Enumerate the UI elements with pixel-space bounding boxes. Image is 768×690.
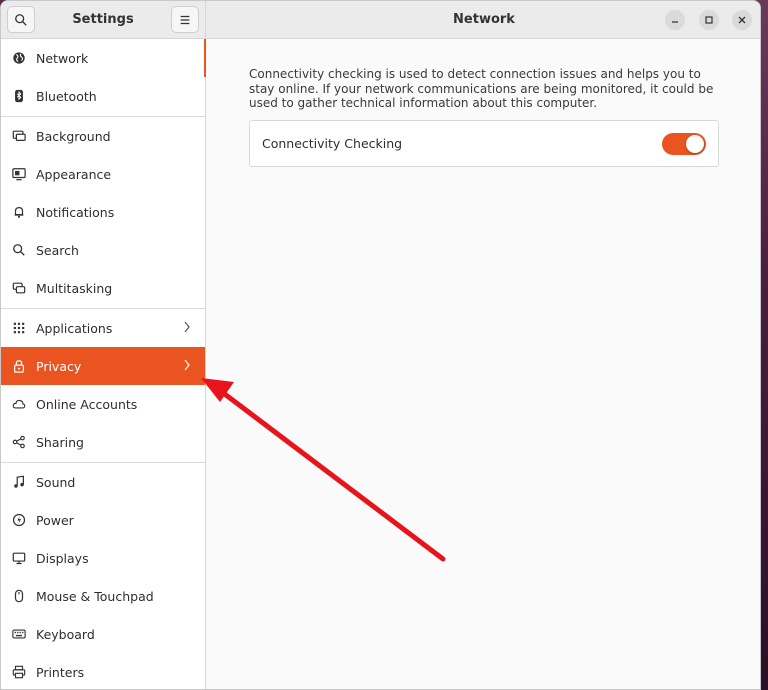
sidebar-item-bluetooth[interactable]: Bluetooth (1, 77, 205, 115)
music-note-icon (11, 474, 27, 490)
sidebar-item-label: Displays (36, 550, 89, 566)
minimize-icon (672, 21, 678, 23)
sidebar-item-label: Multitasking (36, 280, 113, 296)
printer-icon (11, 664, 27, 680)
hamburger-icon (180, 15, 190, 24)
sidebar-item-power[interactable]: Power (1, 501, 205, 539)
sidebar-item-label: Keyboard (36, 626, 95, 642)
connectivity-checking-row: Connectivity Checking (249, 120, 719, 167)
sidebar-item-applications[interactable]: Applications (1, 309, 205, 347)
sidebar-item-label: Applications (36, 320, 113, 336)
sidebar-item-search[interactable]: Search (1, 231, 205, 269)
globe-icon (11, 50, 27, 66)
grid-icon (11, 320, 27, 336)
sidebar-item-network[interactable]: Network (1, 39, 206, 77)
chevron-right-icon (184, 321, 190, 333)
power-icon (11, 512, 27, 528)
sidebar-item-keyboard[interactable]: Keyboard (1, 615, 205, 653)
close-icon (738, 16, 746, 24)
sidebar: Network Bluetooth Background Appearance … (1, 39, 206, 689)
monitor-icon (11, 128, 27, 144)
sidebar-item-multitasking[interactable]: Multitasking (1, 269, 205, 307)
search-icon (15, 13, 27, 26)
sidebar-item-mouse-touchpad[interactable]: Mouse & Touchpad (1, 577, 205, 615)
sidebar-item-online-accounts[interactable]: Online Accounts (1, 385, 205, 423)
cloud-icon (11, 396, 27, 412)
sidebar-item-label: Power (36, 512, 74, 528)
bluetooth-icon (11, 88, 27, 104)
main-header: Network (206, 1, 760, 39)
toggle-knob (686, 135, 704, 153)
bell-icon (11, 204, 27, 220)
search-button[interactable] (7, 6, 35, 33)
sidebar-title: Settings (72, 12, 134, 27)
sidebar-item-background[interactable]: Background (1, 117, 205, 155)
sidebar-header: Settings (1, 1, 206, 39)
search-icon (11, 242, 27, 258)
share-icon (11, 434, 27, 450)
sidebar-item-sharing[interactable]: Sharing (1, 423, 205, 461)
multitasking-icon (11, 280, 27, 296)
minimize-button[interactable] (665, 10, 685, 30)
keyboard-icon (11, 626, 27, 642)
connectivity-description: Connectivity checking is used to detect … (249, 67, 714, 110)
connectivity-checking-label: Connectivity Checking (262, 136, 403, 151)
sidebar-item-label: Search (36, 242, 79, 258)
close-button[interactable] (732, 10, 752, 30)
menu-button[interactable] (171, 6, 199, 33)
sidebar-item-label: Bluetooth (36, 88, 97, 104)
display-icon (11, 550, 27, 566)
sidebar-item-sound[interactable]: Sound (1, 463, 205, 501)
active-page-indicator (204, 39, 206, 77)
mouse-icon (11, 588, 27, 604)
sidebar-item-label: Network (36, 50, 89, 66)
maximize-icon (705, 16, 713, 24)
sidebar-item-label: Printers (36, 664, 85, 680)
sidebar-item-label: Appearance (36, 166, 112, 182)
sidebar-item-label: Sharing (36, 434, 84, 450)
appearance-icon (11, 166, 27, 182)
sidebar-item-label: Mouse & Touchpad (36, 588, 154, 604)
sidebar-item-label: Notifications (36, 204, 115, 220)
connectivity-checking-toggle[interactable] (662, 133, 706, 155)
maximize-button[interactable] (699, 10, 719, 30)
lock-icon (11, 358, 27, 374)
sidebar-item-appearance[interactable]: Appearance (1, 155, 205, 193)
sidebar-item-displays[interactable]: Displays (1, 539, 205, 577)
sidebar-item-label: Privacy (36, 358, 82, 374)
sidebar-item-privacy[interactable]: Privacy (1, 347, 205, 385)
sidebar-item-label: Sound (36, 474, 76, 490)
settings-window: Settings Network Network Bluetooth Backg… (0, 0, 761, 690)
sidebar-item-label: Background (36, 128, 111, 144)
sidebar-item-notifications[interactable]: Notifications (1, 193, 205, 231)
chevron-right-icon (184, 359, 190, 371)
sidebar-item-printers[interactable]: Printers (1, 653, 205, 689)
sidebar-item-label: Online Accounts (36, 396, 138, 412)
